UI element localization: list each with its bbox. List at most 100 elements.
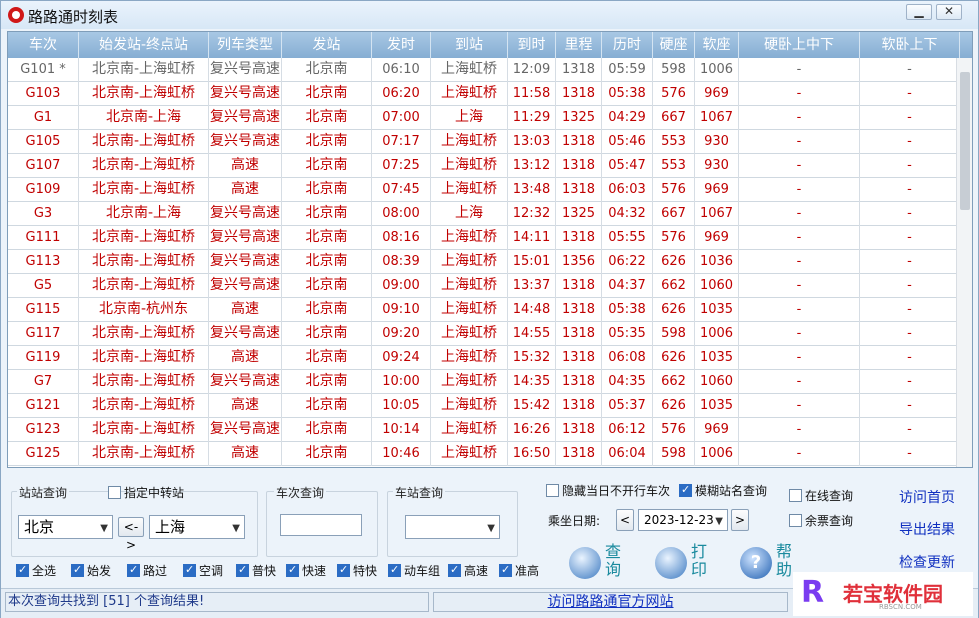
remaining-tickets-label: 余票查询 — [805, 514, 854, 528]
hide-not-running-checkbox[interactable]: 隐藏当日不开行车次 — [546, 484, 670, 498]
column-header-arrive-station[interactable]: 到站 — [431, 32, 508, 58]
column-header-distance[interactable]: 里程 — [556, 32, 602, 58]
cell-hard-seat: 576 — [653, 82, 695, 106]
cell-train-no: G125 — [8, 442, 79, 466]
export-results-link[interactable]: 导出结果 — [899, 519, 955, 539]
filter-checkbox-5[interactable]: 快速 — [286, 563, 326, 578]
table-row[interactable]: G123 北京南-上海虹桥 复兴号高速 北京南 10:14 上海虹桥 16:26 1318 06… — [8, 418, 972, 442]
table-row[interactable]: G119 北京南-上海虹桥 高速 北京南 09:24 上海虹桥 15:32 1318 06:08… — [8, 346, 972, 370]
cell-depart-station: 北京南 — [282, 154, 372, 178]
cell-train-type: 高速 — [209, 394, 282, 418]
filter-checkbox-0[interactable]: 全选 — [16, 563, 56, 578]
cell-hard-sleeper: - — [739, 394, 860, 418]
next-date-button[interactable]: > — [731, 509, 749, 531]
cell-duration: 05:35 — [602, 322, 653, 346]
cell-arrive-station: 上海 — [431, 106, 508, 130]
table-row[interactable]: G105 北京南-上海虹桥 复兴号高速 北京南 07:17 上海虹桥 13:03 1318 05… — [8, 130, 972, 154]
table-row[interactable]: G109 北京南-上海虹桥 高速 北京南 07:45 上海虹桥 13:48 1318 06:03… — [8, 178, 972, 202]
from-station-select[interactable]: 北京 ▼ — [18, 515, 113, 539]
column-header-train-type[interactable]: 列车类型 — [209, 32, 282, 58]
station-lookup-select[interactable]: ▼ — [405, 515, 500, 539]
prev-date-button[interactable]: < — [616, 509, 634, 531]
table-row[interactable]: G115 北京南-杭州东 高速 北京南 09:10 上海虹桥 14:48 1318 05:38 6… — [8, 298, 972, 322]
table-row[interactable]: G121 北京南-上海虹桥 高速 北京南 10:05 上海虹桥 15:42 1318 05:37… — [8, 394, 972, 418]
table-row[interactable]: G3 北京南-上海 复兴号高速 北京南 08:00 上海 12:32 1325 04:32 667… — [8, 202, 972, 226]
cell-route: 北京南-上海虹桥 — [79, 154, 209, 178]
help-button-label: 帮助 — [776, 542, 793, 579]
cell-route: 北京南-上海虹桥 — [79, 418, 209, 442]
cell-arrive-time: 13:03 — [508, 130, 556, 154]
cell-hard-seat: 553 — [653, 154, 695, 178]
column-header-route[interactable]: 始发站-终点站 — [79, 32, 209, 58]
column-header-hard-seat[interactable]: 硬座 — [653, 32, 695, 58]
table-row[interactable]: G117 北京南-上海虹桥 复兴号高速 北京南 09:20 上海虹桥 14:55 1318 05… — [8, 322, 972, 346]
table-header: 车次 始发站-终点站 列车类型 发站 发时 到站 到时 里程 历时 硬座 软座 硬卧上中下 软卧上下 — [8, 32, 972, 58]
filter-checkbox-9[interactable]: 准高 — [499, 563, 539, 578]
filter-label: 高速 — [464, 564, 489, 578]
scrollbar-thumb[interactable] — [960, 72, 970, 210]
online-query-checkbox[interactable]: 在线查询 — [789, 489, 853, 503]
cell-train-no: G101 * — [8, 58, 79, 82]
print-button[interactable]: 打印 — [655, 541, 715, 587]
column-header-depart-time[interactable]: 发时 — [372, 32, 431, 58]
checkbox-checked-icon — [236, 563, 249, 577]
column-header-arrive-time[interactable]: 到时 — [508, 32, 556, 58]
cell-route: 北京南-上海虹桥 — [79, 394, 209, 418]
help-button[interactable]: ? 帮助 — [740, 541, 800, 587]
column-header-hard-sleeper[interactable]: 硬卧上中下 — [739, 32, 860, 58]
table-row[interactable]: G5 北京南-上海虹桥 复兴号高速 北京南 09:00 上海虹桥 13:37 1318 04:3… — [8, 274, 972, 298]
column-header-duration[interactable]: 历时 — [602, 32, 653, 58]
visit-home-link[interactable]: 访问首页 — [899, 487, 955, 507]
filter-checkbox-7[interactable]: 动车组 — [388, 563, 441, 578]
table-row[interactable]: G111 北京南-上海虹桥 复兴号高速 北京南 08:16 上海虹桥 14:11 1318 05… — [8, 226, 972, 250]
cell-depart-station: 北京南 — [282, 82, 372, 106]
to-station-select[interactable]: 上海 ▼ — [149, 515, 245, 539]
transfer-station-checkbox[interactable]: 指定中转站 — [108, 486, 184, 500]
column-header-depart-station[interactable]: 发站 — [282, 32, 372, 58]
table-row[interactable]: G113 北京南-上海虹桥 复兴号高速 北京南 08:39 上海虹桥 15:01 1356 06… — [8, 250, 972, 274]
cell-depart-station: 北京南 — [282, 130, 372, 154]
cell-route: 北京南-上海 — [79, 106, 209, 130]
cell-arrive-time: 12:09 — [508, 58, 556, 82]
remaining-tickets-checkbox[interactable]: 余票查询 — [789, 514, 853, 528]
swap-stations-button[interactable]: <-> — [118, 517, 144, 552]
table-row[interactable]: G1 北京南-上海 复兴号高速 北京南 07:00 上海 11:29 1325 04:29 667… — [8, 106, 972, 130]
column-header-train-no[interactable]: 车次 — [8, 32, 79, 58]
cell-depart-time: 08:39 — [372, 250, 431, 274]
cell-depart-time: 10:00 — [372, 370, 431, 394]
vertical-scrollbar[interactable] — [956, 58, 972, 467]
printer-icon — [655, 547, 687, 579]
close-button[interactable]: ✕ — [936, 4, 962, 20]
table-row[interactable]: G7 北京南-上海虹桥 复兴号高速 北京南 10:00 上海虹桥 14:35 1318 04:3… — [8, 370, 972, 394]
filter-checkbox-2[interactable]: 路过 — [127, 563, 167, 578]
train-number-input[interactable] — [280, 514, 362, 536]
cell-arrive-time: 13:37 — [508, 274, 556, 298]
fuzzy-station-checkbox[interactable]: 模糊站名查询 — [679, 483, 767, 498]
table-row[interactable]: G125 北京南-上海虹桥 高速 北京南 10:46 上海虹桥 16:50 1318 06:04… — [8, 442, 972, 466]
table-row[interactable]: G103 北京南-上海虹桥 复兴号高速 北京南 06:20 上海虹桥 11:58 1318 05… — [8, 82, 972, 106]
cell-duration: 05:59 — [602, 58, 653, 82]
filter-checkbox-3[interactable]: 空调 — [183, 563, 223, 578]
column-header-soft-seat[interactable]: 软座 — [695, 32, 739, 58]
cell-arrive-station: 上海虹桥 — [431, 394, 508, 418]
check-update-link[interactable]: 检查更新 — [899, 552, 955, 572]
cell-distance: 1325 — [556, 202, 602, 226]
table-row[interactable]: G107 北京南-上海虹桥 高速 北京南 07:25 上海虹桥 13:12 1318 05:47… — [8, 154, 972, 178]
filter-checkbox-4[interactable]: 普快 — [236, 563, 276, 578]
date-picker[interactable]: 2023-12-23 ▼ — [638, 509, 728, 531]
table-row[interactable]: G101 * 北京南-上海虹桥 复兴号高速 北京南 06:10 上海虹桥 12:09 1318… — [8, 58, 972, 82]
query-button[interactable]: 查询 — [569, 541, 629, 587]
filter-checkbox-6[interactable]: 特快 — [337, 563, 377, 578]
filter-checkbox-8[interactable]: 高速 — [448, 563, 489, 578]
cell-hard-sleeper: - — [739, 250, 860, 274]
column-header-soft-sleeper[interactable]: 软卧上下 — [860, 32, 960, 58]
official-site-link[interactable]: 访问路路通官方网站 — [433, 592, 788, 612]
cell-soft-seat: 1060 — [695, 274, 739, 298]
filter-label: 动车组 — [404, 564, 441, 578]
cell-duration: 05:38 — [602, 82, 653, 106]
filter-checkbox-1[interactable]: 始发 — [71, 563, 111, 578]
cell-route: 北京南-上海虹桥 — [79, 226, 209, 250]
minimize-button[interactable]: ▁ — [906, 4, 932, 20]
cell-soft-seat: 1036 — [695, 250, 739, 274]
cell-depart-station: 北京南 — [282, 442, 372, 466]
